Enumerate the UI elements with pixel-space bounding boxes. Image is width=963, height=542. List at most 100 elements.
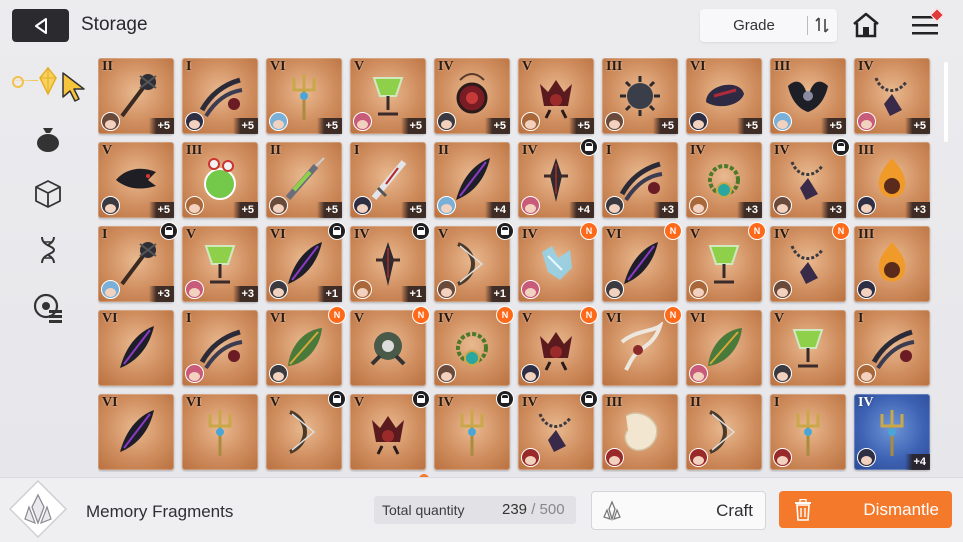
page-title: Storage xyxy=(81,14,148,35)
item-card[interactable]: I xyxy=(770,394,846,470)
item-card[interactable]: III +5 xyxy=(770,58,846,134)
item-card[interactable]: III +5 xyxy=(182,142,258,218)
item-rank: I xyxy=(186,311,192,326)
item-card[interactable]: I +3 xyxy=(602,142,678,218)
item-card[interactable]: II xyxy=(686,394,762,470)
item-card[interactable]: V +5 xyxy=(518,58,594,134)
item-card[interactable]: VI xyxy=(182,394,258,470)
item-card[interactable]: VI +5 xyxy=(686,58,762,134)
item-card[interactable]: VI xyxy=(98,394,174,470)
item-card[interactable]: I +3 xyxy=(98,222,178,302)
item-card[interactable]: II +5 xyxy=(266,142,342,218)
dismantle-button[interactable]: Dismantle xyxy=(779,491,952,528)
item-card[interactable]: IV N xyxy=(434,306,514,386)
item-card[interactable]: III xyxy=(854,226,930,302)
item-card[interactable]: IV N xyxy=(518,222,598,302)
equipped-character-avatar xyxy=(689,196,708,215)
equipped-character-avatar xyxy=(773,280,792,299)
item-card[interactable]: V xyxy=(266,390,346,470)
equipped-character-avatar xyxy=(185,196,204,215)
item-card[interactable]: III +3 xyxy=(854,142,930,218)
item-rank: IV xyxy=(774,143,790,158)
item-rank: V xyxy=(354,311,365,326)
item-robot-icon xyxy=(370,332,406,366)
enhance-level: +5 xyxy=(149,202,174,218)
sort-dropdown[interactable]: Grade xyxy=(700,9,837,42)
item-card[interactable]: VI xyxy=(98,310,174,386)
item-rank: V xyxy=(438,227,449,242)
active-indicator-dot xyxy=(12,76,24,88)
sidebar-item-gene[interactable] xyxy=(28,230,68,270)
lock-icon xyxy=(496,390,514,408)
home-icon[interactable] xyxy=(851,10,881,40)
sidebar-item-bag[interactable] xyxy=(28,118,68,158)
item-card[interactable]: V xyxy=(770,310,846,386)
equipped-character-avatar xyxy=(773,196,792,215)
item-beast-icon xyxy=(540,332,572,371)
item-rank: III xyxy=(606,395,623,410)
item-card[interactable]: VI N xyxy=(602,222,682,302)
item-card[interactable]: I +5 xyxy=(182,58,258,134)
enhance-level: +3 xyxy=(653,202,678,218)
item-card[interactable]: I xyxy=(854,310,930,386)
item-rank: IV xyxy=(774,227,790,242)
sort-toggle-icon[interactable] xyxy=(812,15,832,35)
enhance-level: +5 xyxy=(401,118,426,134)
item-card[interactable]: IV +3 xyxy=(770,138,850,218)
item-card[interactable]: IV +5 xyxy=(434,58,510,134)
sidebar-item-device[interactable] xyxy=(28,288,68,328)
item-card[interactable]: II +5 xyxy=(98,58,174,134)
back-button[interactable] xyxy=(12,9,69,42)
item-card[interactable]: VI N xyxy=(266,306,346,386)
scrollbar[interactable] xyxy=(944,62,948,142)
item-card[interactable]: IV +4 xyxy=(518,138,598,218)
item-chain-icon xyxy=(538,413,572,452)
equipped-character-avatar xyxy=(101,196,120,215)
sidebar-item-cube[interactable] xyxy=(28,174,68,214)
item-card[interactable]: IV N xyxy=(770,222,850,302)
equipped-character-avatar xyxy=(185,364,204,383)
craft-label: Craft xyxy=(716,501,753,520)
item-rank: IV xyxy=(438,311,454,326)
item-card[interactable]: IV +4 xyxy=(854,394,930,470)
item-rank: VI xyxy=(186,395,202,410)
equipped-character-avatar xyxy=(857,448,876,467)
equipped-character-avatar xyxy=(437,280,456,299)
item-card[interactable]: VN xyxy=(350,306,430,386)
item-card[interactable]: VN xyxy=(686,222,766,302)
enhance-level: +5 xyxy=(905,118,930,134)
item-card[interactable]: IV +5 xyxy=(854,58,930,134)
item-card[interactable]: V +5 xyxy=(350,58,426,134)
item-rank: I xyxy=(606,143,612,158)
item-card[interactable]: IV xyxy=(518,390,598,470)
enhance-level: +4 xyxy=(905,454,930,470)
item-card[interactable]: IV +1 xyxy=(350,222,430,302)
item-card[interactable]: VN xyxy=(518,306,598,386)
item-card[interactable]: V +3 xyxy=(182,226,258,302)
item-card[interactable]: V +1 xyxy=(434,222,514,302)
item-chain-icon xyxy=(874,77,908,116)
item-card[interactable]: VI N xyxy=(602,306,682,386)
item-necklace-icon xyxy=(708,164,740,198)
equipped-character-avatar xyxy=(353,280,372,299)
item-card[interactable]: II +4 xyxy=(434,142,510,218)
enhance-level: +5 xyxy=(401,202,426,218)
item-card[interactable]: V xyxy=(350,390,430,470)
item-card[interactable]: IV xyxy=(434,390,514,470)
item-card[interactable]: VI +1 xyxy=(266,222,346,302)
item-card[interactable]: V +5 xyxy=(98,142,174,218)
item-card[interactable]: VI +5 xyxy=(266,58,342,134)
item-card[interactable]: VI xyxy=(686,310,762,386)
item-rank: IV xyxy=(354,227,370,242)
enhance-level: +3 xyxy=(905,202,930,218)
item-card[interactable]: III xyxy=(602,394,678,470)
item-card[interactable]: I xyxy=(182,310,258,386)
item-card[interactable]: III +5 xyxy=(602,58,678,134)
item-rank: II xyxy=(102,59,113,74)
item-rank: II xyxy=(270,143,281,158)
item-card[interactable]: I +5 xyxy=(350,142,426,218)
enhance-level: +3 xyxy=(737,202,762,218)
item-amulet-icon xyxy=(456,73,488,114)
craft-button[interactable]: Craft xyxy=(591,491,766,530)
item-card[interactable]: IV +3 xyxy=(686,142,762,218)
